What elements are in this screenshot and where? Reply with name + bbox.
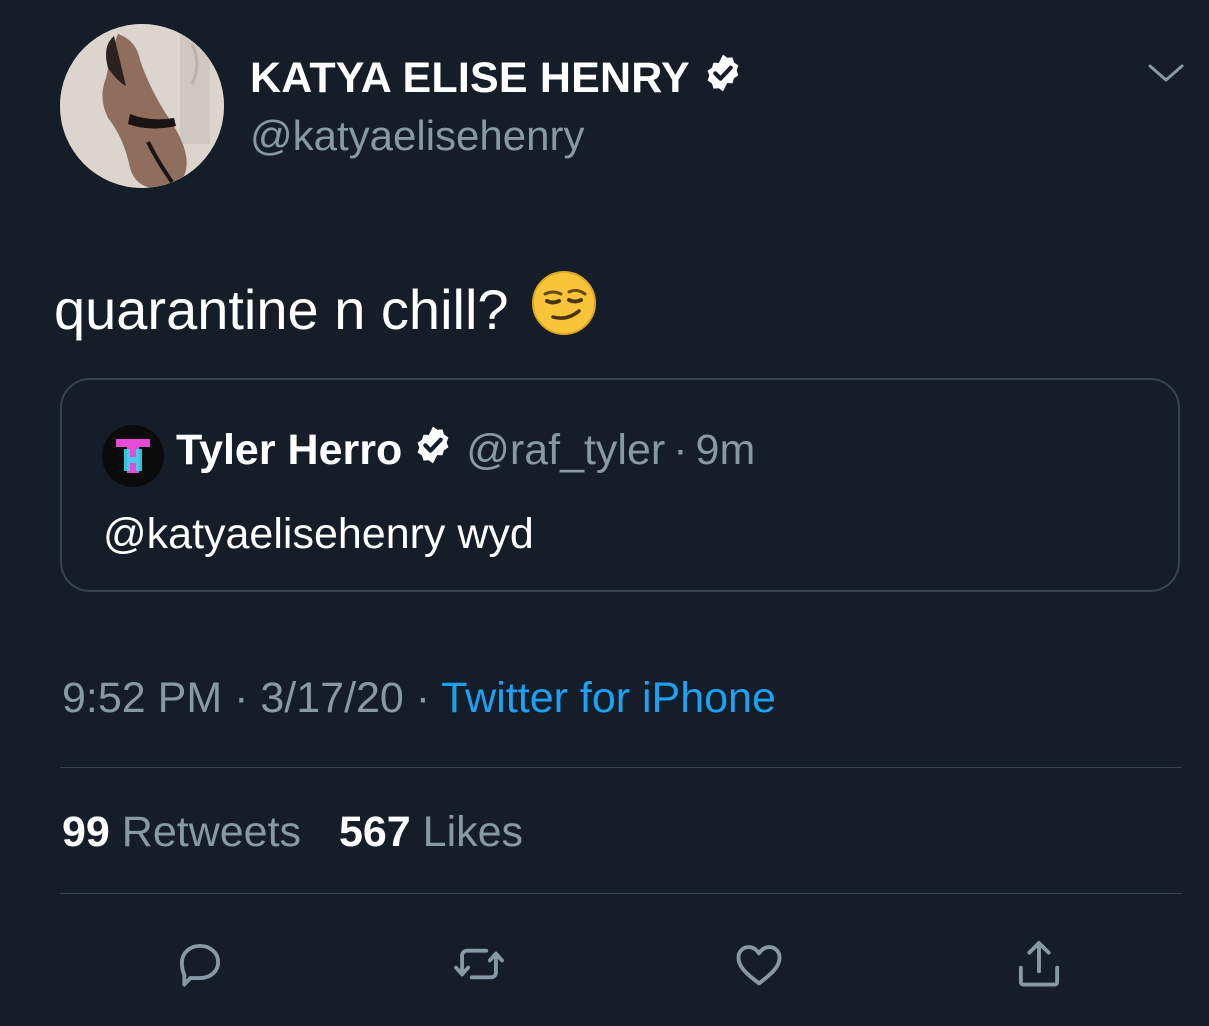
author-avatar[interactable] xyxy=(60,24,224,188)
retweet-button[interactable] xyxy=(449,934,509,994)
quoted-author-name[interactable]: Tyler Herro xyxy=(176,426,402,475)
tweet-time: 9:52 PM xyxy=(62,674,223,722)
th-logo-icon xyxy=(102,425,164,487)
like-button[interactable] xyxy=(729,934,789,994)
like-icon xyxy=(736,945,782,986)
quoted-tweet-card[interactable] xyxy=(60,378,1180,592)
retweets-count: 99 xyxy=(62,808,110,856)
divider xyxy=(60,767,1182,768)
quoted-timestamp: 9m xyxy=(695,426,756,474)
retweet-icon xyxy=(454,948,504,980)
reply-button[interactable] xyxy=(170,934,230,994)
meta-separator-2: · xyxy=(415,674,431,722)
tweet-stats: 99 Retweets 567 Likes xyxy=(62,808,523,857)
smirking-face-emoji-icon xyxy=(531,270,597,349)
tweet-date: 3/17/20 xyxy=(260,674,404,722)
quoted-verified-badge-icon xyxy=(412,424,454,477)
quoted-author-handle[interactable]: @raf_tyler xyxy=(466,426,665,475)
retweets-stat[interactable]: 99 Retweets xyxy=(62,808,313,856)
tweet-meta: 9:52 PM · 3/17/20 · Twitter for iPhone xyxy=(62,674,776,723)
author-handle[interactable]: @katyaelisehenry xyxy=(250,112,584,160)
author-name-text: KATYA ELISE HENRY xyxy=(250,54,690,102)
share-icon xyxy=(1018,941,1060,987)
divider xyxy=(60,893,1182,894)
meta-separator-1: · xyxy=(234,674,249,722)
likes-label: Likes xyxy=(422,808,524,856)
tweet-source-link[interactable]: Twitter for iPhone xyxy=(441,674,776,722)
likes-stat[interactable]: 567 Likes xyxy=(339,808,523,856)
share-button[interactable] xyxy=(1009,934,1069,994)
chevron-down-icon[interactable] xyxy=(1146,58,1186,88)
reply-icon xyxy=(179,943,221,987)
quoted-author-avatar[interactable] xyxy=(102,425,164,487)
tweet-text: quarantine n chill? xyxy=(54,270,597,349)
quoted-separator: · xyxy=(673,426,688,474)
likes-count: 567 xyxy=(338,808,411,856)
verified-badge-icon xyxy=(702,52,744,105)
tweet-text-content: quarantine n chill? xyxy=(54,278,509,341)
quoted-tweet-text: @katyaelisehenry wyd xyxy=(103,510,534,558)
retweets-label: Retweets xyxy=(121,808,302,856)
quoted-tweet-header: Tyler Herro @raf_tyler · 9m xyxy=(176,424,755,477)
author-display-name[interactable]: KATYA ELISE HENRY xyxy=(250,52,744,105)
avatar-image xyxy=(60,24,224,188)
